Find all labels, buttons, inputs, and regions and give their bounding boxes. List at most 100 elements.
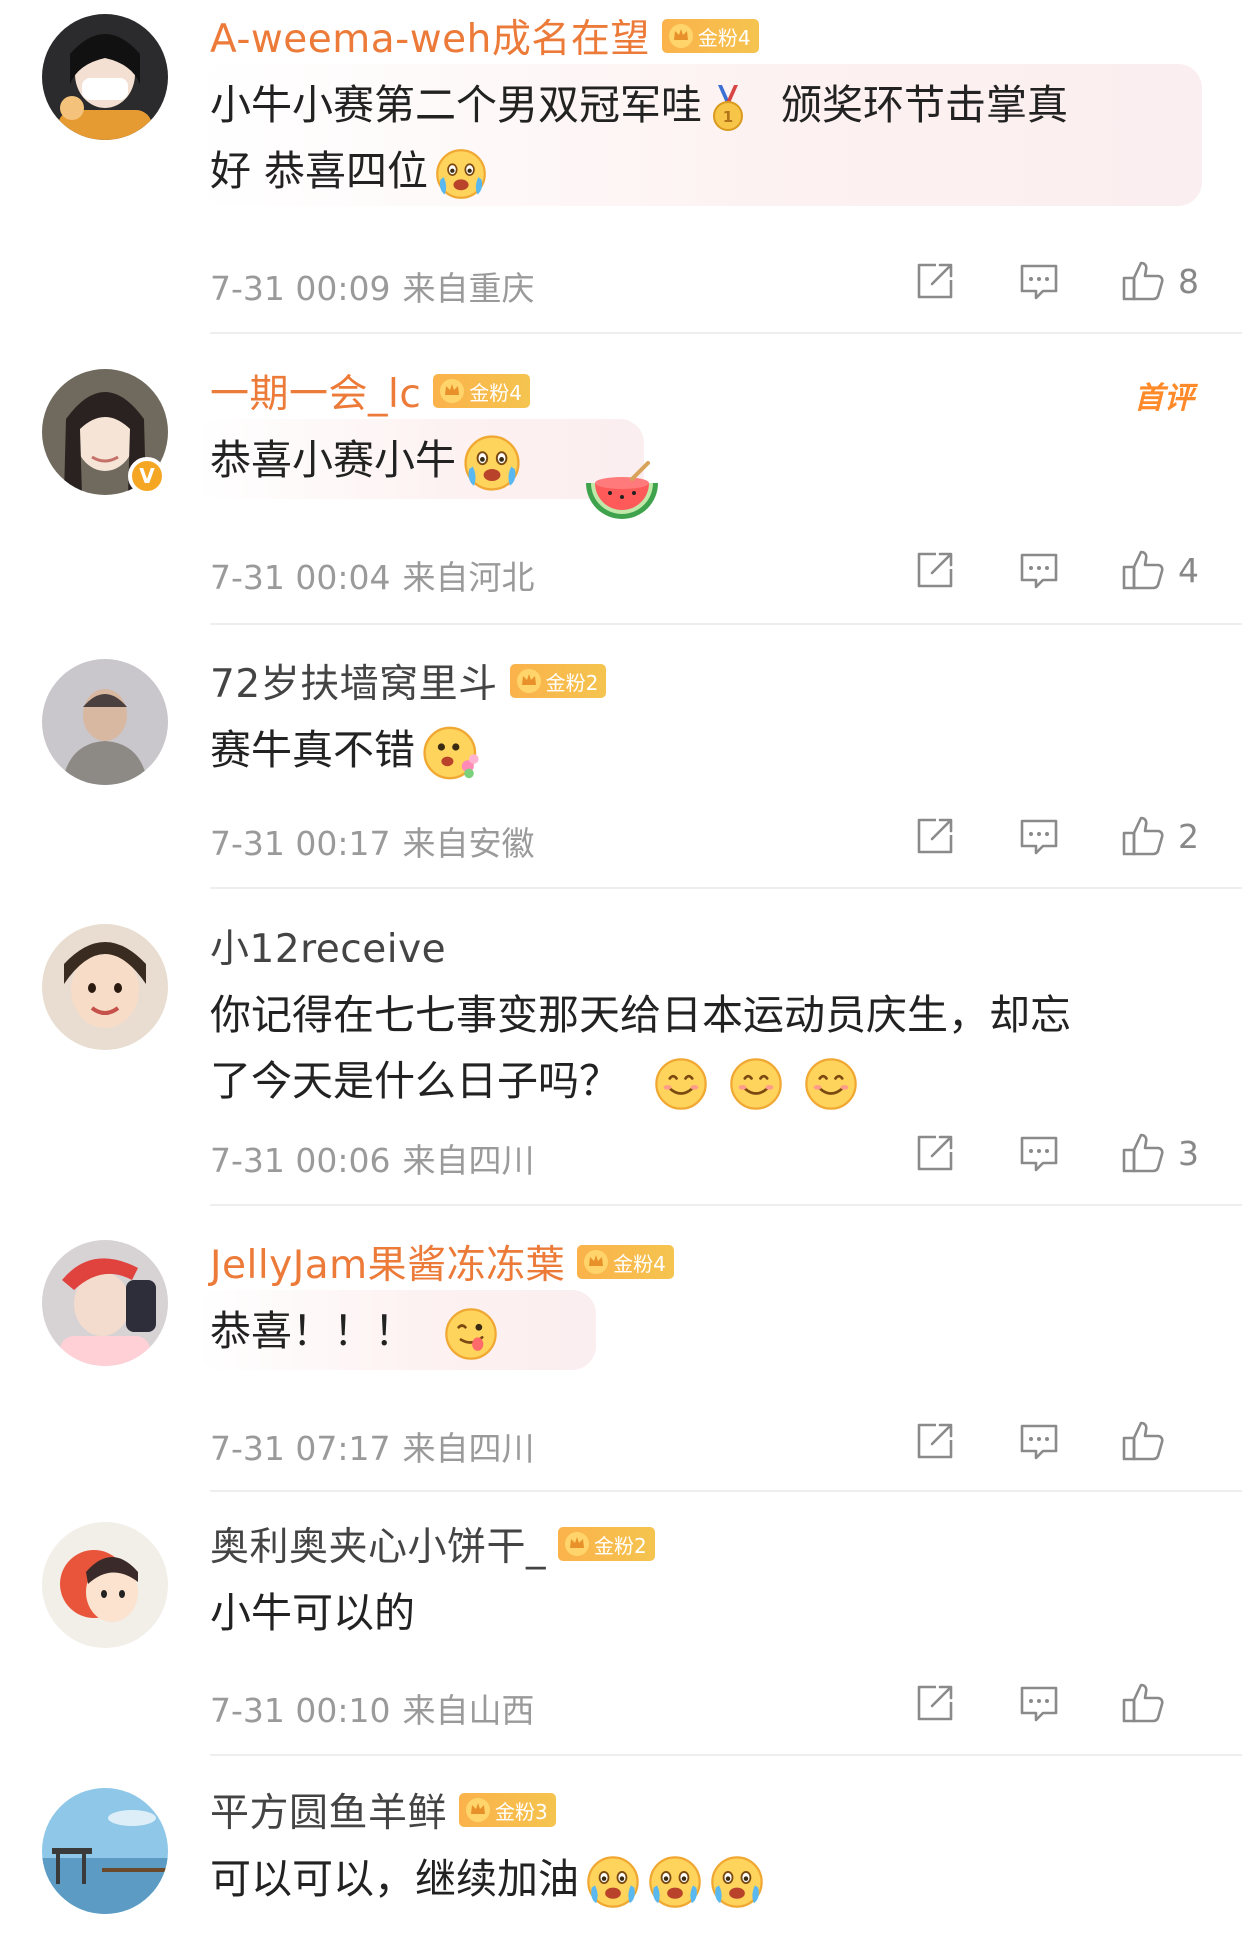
location: 来自山西: [402, 1691, 535, 1730]
username[interactable]: 72岁扶墙窝里斗: [210, 653, 498, 709]
avatar[interactable]: [42, 1788, 168, 1914]
divider: [210, 1204, 1242, 1206]
name-row: A-weema-weh成名在望 金粉4: [210, 10, 759, 62]
fan-badge-label: 金粉4: [469, 380, 523, 405]
avatar[interactable]: [42, 659, 168, 785]
crown-icon: [583, 1249, 609, 1275]
like-icon: [1120, 1680, 1166, 1726]
timestamp: 7-31 00:10: [210, 1691, 391, 1730]
timestamp: 7-31 00:09: [210, 269, 391, 308]
divider: [210, 623, 1242, 625]
comment-icon: [1016, 1418, 1062, 1464]
share-button[interactable]: [912, 1130, 958, 1176]
reply-button[interactable]: [1016, 1680, 1062, 1726]
share-icon: [912, 813, 958, 859]
divider: [210, 332, 1242, 334]
crown-icon: [516, 668, 542, 694]
smile-emoji-icon: [653, 1056, 709, 1112]
comment-text: 恭喜小赛小牛: [210, 427, 1190, 493]
comment-item: JellyJam果酱冻冻葉 金粉4 恭喜！！！ 7-31 07:17 来自四川: [0, 1226, 1242, 1492]
share-icon: [912, 1130, 958, 1176]
fan-badge-label: 金粉2: [545, 670, 599, 695]
username[interactable]: A-weema-weh成名在望: [210, 8, 650, 64]
avatar[interactable]: [42, 1240, 168, 1366]
username[interactable]: 小12receive: [210, 918, 446, 974]
share-button[interactable]: [912, 1680, 958, 1726]
comment-actions: [854, 1680, 1200, 1726]
comment-actions: 4: [854, 547, 1200, 593]
comment-text-line: 小牛可以的: [210, 1589, 415, 1637]
reply-button[interactable]: [1016, 1418, 1062, 1464]
comment-item: 平方圆鱼羊鲜 金粉3 可以可以，继续加油: [0, 1774, 1242, 1934]
comment-text: 赛牛真不错: [210, 717, 1190, 783]
cry-emoji-icon: [709, 1854, 765, 1910]
avatar[interactable]: [42, 14, 168, 140]
like-button[interactable]: 2: [1120, 813, 1200, 859]
divider: [210, 1490, 1242, 1492]
reply-button[interactable]: [1016, 547, 1062, 593]
crown-icon: [439, 378, 465, 404]
like-icon: [1120, 258, 1166, 304]
comment-text: 恭喜！！！: [210, 1298, 1190, 1364]
avatar[interactable]: [42, 1522, 168, 1648]
share-button[interactable]: [912, 813, 958, 859]
comment-meta: 7-31 00:17 来自安徽: [210, 817, 535, 865]
timestamp: 7-31 00:06: [210, 1141, 391, 1180]
comment-text-line: 恭喜！！！: [210, 1307, 415, 1355]
share-button[interactable]: [912, 547, 958, 593]
fan-badge: 金粉4: [577, 1245, 674, 1279]
share-button[interactable]: [912, 258, 958, 304]
location: 来自安徽: [402, 824, 535, 863]
share-icon: [912, 547, 958, 593]
reply-button[interactable]: [1016, 813, 1062, 859]
comment-icon: [1016, 1130, 1062, 1176]
comment-meta: 7-31 00:09 来自重庆: [210, 262, 535, 310]
fan-badge-label: 金粉3: [495, 1799, 548, 1824]
fan-badge: 金粉4: [661, 19, 759, 53]
like-icon: [1120, 1418, 1166, 1464]
like-icon: [1120, 813, 1166, 859]
share-button[interactable]: [912, 1418, 958, 1464]
fan-badge: 金粉4: [433, 374, 531, 408]
like-count: 8: [1178, 261, 1199, 301]
crown-icon: [668, 23, 694, 49]
avatar[interactable]: [42, 924, 168, 1050]
comment-item: V 一期一会_lc 金粉4 首评 恭喜小赛小牛 7-31 00:04 来自河北 4: [0, 355, 1242, 625]
like-count: 3: [1178, 1133, 1199, 1173]
like-button[interactable]: 3: [1120, 1130, 1200, 1176]
cry-emoji-icon: [647, 1854, 703, 1910]
fan-badge: 金粉3: [459, 1793, 556, 1827]
first-comment-tag: 首评: [1134, 381, 1194, 416]
username[interactable]: 一期一会_lc: [210, 363, 421, 419]
like-button[interactable]: 8: [1120, 258, 1200, 304]
flower-emoji-icon: [421, 723, 481, 783]
medal-icon: [708, 83, 748, 133]
comment-meta: 7-31 00:04 来自河北: [210, 551, 535, 599]
like-button[interactable]: [1120, 1418, 1200, 1464]
fan-badge-label: 金粉2: [594, 1533, 647, 1558]
like-icon: [1120, 1130, 1166, 1176]
share-icon: [912, 258, 958, 304]
cry-emoji-icon: [462, 433, 522, 493]
name-row: 72岁扶墙窝里斗 金粉2: [210, 653, 607, 709]
reply-button[interactable]: [1016, 258, 1062, 304]
smile-emoji-icon: [728, 1056, 784, 1112]
timestamp: 7-31 00:17: [210, 824, 391, 863]
like-button[interactable]: 4: [1120, 547, 1200, 593]
username[interactable]: JellyJam果酱冻冻葉: [210, 1234, 565, 1290]
comment-icon: [1016, 1680, 1062, 1726]
reply-button[interactable]: [1016, 1130, 1062, 1176]
username[interactable]: 平方圆鱼羊鲜: [210, 1782, 447, 1838]
timestamp: 7-31 07:17: [210, 1429, 391, 1468]
share-icon: [912, 1418, 958, 1464]
comment-feed: A-weema-weh成名在望 金粉4 小牛小赛第二个男双冠军哇 颁奖环节击掌真…: [0, 0, 1242, 1934]
timestamp: 7-31 00:04: [210, 558, 391, 597]
username[interactable]: 奥利奥夹心小饼干_: [210, 1516, 546, 1572]
name-row: JellyJam果酱冻冻葉 金粉4: [210, 1236, 674, 1288]
divider: [210, 1754, 1242, 1756]
smile-emoji-icon: [803, 1056, 859, 1112]
location: 来自河北: [402, 558, 535, 597]
like-button[interactable]: [1120, 1680, 1200, 1726]
comment-icon: [1016, 547, 1062, 593]
comment-text-line: 好 恭喜四位: [210, 147, 429, 195]
